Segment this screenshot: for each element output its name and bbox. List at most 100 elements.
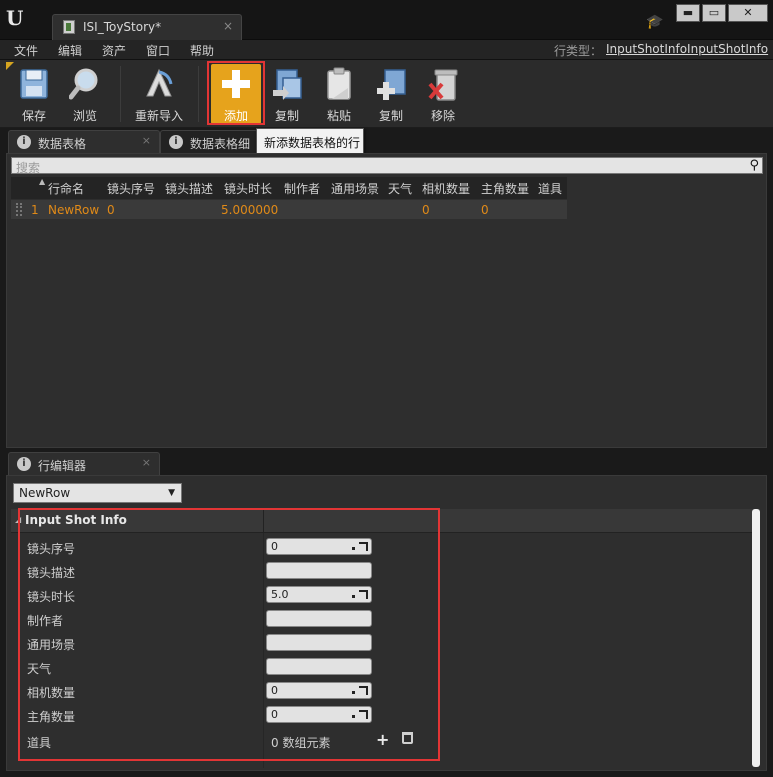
tab-row-editor-label: 行编辑器 <box>38 459 87 473</box>
close-tab-icon[interactable]: × <box>142 456 151 469</box>
browse-button[interactable]: 浏览 <box>60 64 110 124</box>
table-panel-tabs: i 数据表格 × i 数据表格细节 <box>0 128 773 154</box>
scrollbar[interactable] <box>752 509 760 767</box>
document-tab[interactable]: ISI_ToyStory* × <box>52 14 242 40</box>
column-header[interactable]: 通用场景 <box>331 180 379 197</box>
column-header[interactable]: 道具 <box>538 180 562 197</box>
tab-data-table[interactable]: i 数据表格 × <box>8 130 160 154</box>
lead-count-field[interactable]: 0 <box>266 706 372 723</box>
shot-number-cell: 0 <box>107 203 115 217</box>
row-name-cell: NewRow <box>48 203 100 217</box>
column-header[interactable]: 制作者 <box>284 180 320 197</box>
window-controls: ▬ ▭ ✕ <box>676 4 768 22</box>
sort-arrow-icon[interactable]: ▲ <box>39 177 45 186</box>
search-input[interactable]: 搜索 ⚲ <box>11 157 763 175</box>
reimport-icon <box>146 68 173 97</box>
trash-icon[interactable] <box>402 732 413 744</box>
paste-label: 粘贴 <box>326 109 351 123</box>
save-icon <box>20 69 48 99</box>
lead-count-cell: 0 <box>481 203 489 217</box>
property-label: 道具 <box>27 736 52 750</box>
column-header[interactable]: 镜头时长 <box>224 180 272 197</box>
row-index: 1 <box>31 203 39 217</box>
drag-spin-icon[interactable] <box>352 710 368 719</box>
weather-field[interactable] <box>266 658 372 675</box>
add-element-icon[interactable]: + <box>376 730 389 749</box>
column-header[interactable]: 相机数量 <box>422 180 470 197</box>
trash-remove-icon <box>428 69 458 101</box>
maximize-button[interactable]: ▭ <box>702 4 726 22</box>
save-label: 保存 <box>21 109 46 123</box>
title-bar: U ISI_ToyStory* × 🎓 ▬ ▭ ✕ <box>0 0 773 40</box>
remove-label: 移除 <box>430 109 455 123</box>
minimize-button[interactable]: ▬ <box>676 4 700 22</box>
magnifier-icon <box>69 68 98 100</box>
column-header[interactable]: 行命名 <box>48 180 84 197</box>
info-icon: i <box>169 135 183 149</box>
remove-button[interactable]: 移除 <box>418 64 468 124</box>
table-header: ▲ 行命名 镜头序号 镜头描述 镜头时长 制作者 通用场景 天气 相机数量 主角… <box>11 177 567 199</box>
copy-button[interactable]: 复制 <box>262 64 312 124</box>
row-selector-value: NewRow <box>19 486 71 500</box>
collapse-arrow-icon[interactable]: ◢ <box>15 515 21 524</box>
tab-data-table-details[interactable]: i 数据表格细节 <box>160 130 258 154</box>
property-label: 制作者 <box>27 614 64 628</box>
menu-window[interactable]: 窗口 <box>146 42 170 59</box>
row-type-link[interactable]: InputShotInfoInputShotInfo <box>606 42 768 56</box>
drag-spin-icon[interactable] <box>352 686 368 695</box>
property-value: 0 <box>271 684 278 697</box>
author-field[interactable] <box>266 610 372 627</box>
info-icon: i <box>17 135 31 149</box>
close-tab-icon[interactable]: × <box>142 134 151 147</box>
property-label: 通用场景 <box>27 638 76 652</box>
property-label: 镜头描述 <box>27 566 76 580</box>
shot-duration-field[interactable]: 5.0 <box>266 586 372 603</box>
row-editor-tabs: i 行编辑器 × <box>0 450 773 476</box>
column-header[interactable]: 天气 <box>388 180 412 197</box>
tab-row-editor[interactable]: i 行编辑器 × <box>8 452 160 476</box>
graduation-cap-icon[interactable]: 🎓 <box>646 14 664 30</box>
close-tab-icon[interactable]: × <box>223 19 233 33</box>
data-table-panel: 搜索 ⚲ ▲ 行命名 镜头序号 镜头描述 镜头时长 制作者 通用场景 天气 相机… <box>6 153 767 448</box>
plus-icon <box>222 70 250 98</box>
column-header[interactable]: 镜头描述 <box>165 180 213 197</box>
toolbar-corner-marker <box>6 62 14 70</box>
column-header[interactable]: 主角数量 <box>481 180 529 197</box>
property-label: 主角数量 <box>27 710 76 724</box>
menu-edit[interactable]: 编辑 <box>58 42 82 59</box>
drag-handle-icon[interactable] <box>16 203 22 216</box>
shot-desc-field[interactable] <box>266 562 372 579</box>
reimport-label: 重新导入 <box>134 109 183 123</box>
scene-field[interactable] <box>266 634 372 651</box>
shot-duration-cell: 5.000000 <box>221 203 279 217</box>
column-header[interactable]: 镜头序号 <box>107 180 155 197</box>
row-selector-dropdown[interactable]: NewRow ▼ <box>13 483 182 503</box>
category-header[interactable]: ◢ Input Shot Info <box>11 509 760 533</box>
data-table-asset-icon <box>63 20 75 34</box>
toolbar: 保存 浏览 重新导入 添加 复制 粘贴 复制 移除 <box>0 60 773 128</box>
column-splitter[interactable] <box>263 509 264 533</box>
add-row-button[interactable]: 添加 <box>211 64 261 124</box>
menu-help[interactable]: 帮助 <box>190 42 214 59</box>
property-label: 镜头时长 <box>27 590 76 604</box>
search-icon: ⚲ <box>749 158 759 173</box>
menu-file[interactable]: 文件 <box>14 42 38 59</box>
close-window-button[interactable]: ✕ <box>728 4 768 22</box>
reimport-button[interactable]: 重新导入 <box>131 64 187 124</box>
duplicate-button[interactable]: 复制 <box>366 64 416 124</box>
clipboard-icon <box>327 67 351 100</box>
shot-number-field[interactable]: 0 <box>266 538 372 555</box>
menu-asset[interactable]: 资产 <box>102 42 126 59</box>
toolbar-separator <box>120 66 121 122</box>
table-row[interactable]: 1 NewRow 0 5.000000 0 0 <box>11 200 567 219</box>
array-count: 0 数组元素 <box>271 736 331 750</box>
camera-count-field[interactable]: 0 <box>266 682 372 699</box>
drag-spin-icon[interactable] <box>352 590 368 599</box>
duplicate-icon <box>377 69 406 100</box>
drag-spin-icon[interactable] <box>352 542 368 551</box>
paste-button[interactable]: 粘贴 <box>314 64 364 124</box>
property-label: 相机数量 <box>27 686 76 700</box>
copy-label: 复制 <box>274 109 299 123</box>
column-splitter <box>263 533 264 768</box>
save-button[interactable]: 保存 <box>9 64 59 124</box>
